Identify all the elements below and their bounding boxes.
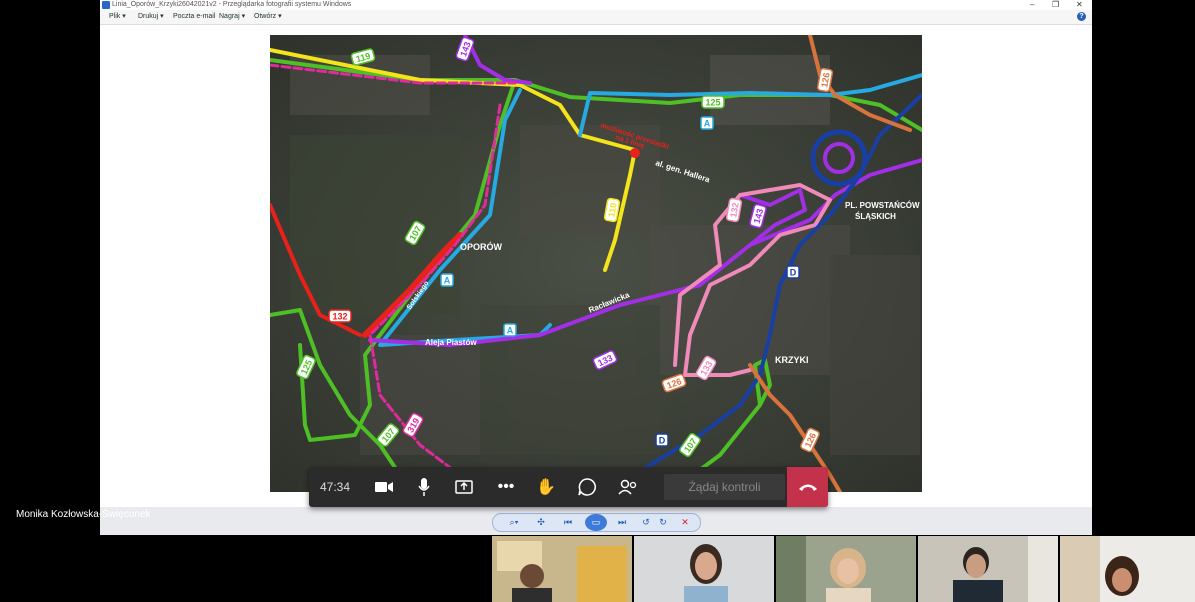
share-screen-icon[interactable] [449,467,479,507]
participant-video-2 [634,536,774,602]
svg-text:A: A [444,276,451,286]
line-letter-badge: A [700,116,714,130]
menu-bar: Plik ▾ Drukuj ▾ Poczta e-mail Nagraj ▾ O… [100,10,1092,25]
close-icon[interactable]: ✕ [1076,0,1083,10]
participant-tile-2[interactable] [634,536,774,602]
raise-hand-icon[interactable]: ✋ [531,467,561,507]
route-badge: 125 [701,95,725,109]
request-control-button[interactable]: Żądaj kontroli [664,474,785,500]
image-canvas: 119 143 125 126 107 110 132 143 133 125 319 107 126 1… [100,25,1092,507]
svg-text:132: 132 [332,312,347,322]
title-bar: Linia_Oporów_Krzyki26042021v2 - Przegląd… [100,0,1092,10]
window-title: Linia_Oporów_Krzyki26042021v2 - Przegląd… [112,1,352,8]
chat-icon[interactable] [572,467,602,507]
interchange-marker [630,148,640,158]
street-label-piastow: Aleja Piastów [425,338,477,347]
place-label-plac-1: PL. POWSTAŃCÓW [845,201,920,210]
menu-drukuj[interactable]: Drukuj ▾ [138,10,164,24]
call-timer: 47:34 [319,480,351,494]
rotate-left-icon[interactable]: ↺ [639,514,653,531]
slideshow-icon[interactable]: ▭ [585,514,607,531]
rotate-right-icon[interactable]: ↻ [656,514,670,531]
participant-tile-3[interactable] [776,536,916,602]
delete-icon[interactable]: ✕ [678,514,692,531]
presenter-name: Monika Kozłowska-Święconek [16,509,151,520]
zoom-icon[interactable]: ⌕▾ [503,514,525,531]
call-controls-bar: 47:34 ••• ✋ Żądaj kontroli [309,467,828,507]
help-icon[interactable]: ? [1077,12,1086,21]
place-label-plac-2: ŚLĄSKICH [855,212,896,221]
svg-text:D: D [659,436,666,446]
svg-text:125: 125 [705,98,720,108]
menu-plik[interactable]: Plik ▾ [109,10,126,24]
line-letter-badge: D [655,433,669,447]
participant-video-1 [492,536,632,602]
microphone-icon[interactable] [409,467,439,507]
participant-video-3 [776,536,916,602]
participant-tile-1[interactable] [492,536,632,602]
hang-up-icon [798,484,817,491]
actual-size-icon[interactable]: ✣ [533,514,549,531]
svg-text:A: A [507,326,514,336]
line-letter-badge: A [440,273,454,287]
participant-video-5 [1060,536,1195,602]
participant-tile-5[interactable] [1060,536,1195,602]
minimize-icon[interactable]: – [1030,0,1034,10]
route-map-image: 119 143 125 126 107 110 132 143 133 125 319 107 126 1… [270,35,922,492]
menu-nagraj[interactable]: Nagraj ▾ [219,10,245,24]
svg-text:D: D [790,268,797,278]
place-label-krzyki: KRZYKI [775,355,809,365]
route-badge: 132 [328,309,352,323]
line-letter-badge: A [503,323,517,337]
participant-video-4 [918,536,1058,602]
photo-viewer-window: Linia_Oporów_Krzyki26042021v2 - Przegląd… [100,0,1092,535]
restore-icon[interactable]: ❐ [1052,0,1059,10]
route-map-svg: 119 1431251261071101321431331253191071261… [270,35,922,492]
menu-email[interactable]: Poczta e-mail [173,10,215,24]
svg-text:A: A [704,119,711,129]
more-options-icon[interactable]: ••• [491,467,521,507]
place-label-oporow: OPORÓW [460,241,503,252]
participants-icon[interactable] [613,467,643,507]
line-letter-badge: D [786,265,800,279]
participant-tile-4[interactable] [918,536,1058,602]
previous-icon[interactable]: ⏮ [559,514,577,531]
hang-up-button[interactable] [787,467,828,507]
next-icon[interactable]: ⏭ [613,514,631,531]
camera-icon[interactable] [369,467,399,507]
viewer-navigation-bar: ⌕▾ ✣ ⏮ ▭ ⏭ ↺ ↻ ✕ [492,513,701,532]
menu-otworz[interactable]: Otwórz ▾ [254,10,282,24]
app-icon [102,1,110,9]
